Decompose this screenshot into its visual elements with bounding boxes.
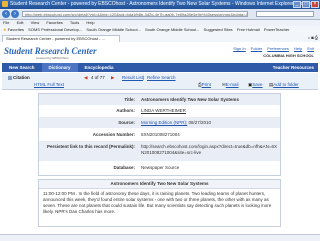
menu-help[interactable]: Help	[86, 20, 94, 25]
favorite-item[interactable]: Suggested Sites	[204, 27, 233, 32]
logo-subtitle: powered by EBSCOhost	[36, 56, 69, 60]
source-label: Source:	[118, 120, 135, 125]
favorite-item[interactable]: SOMS Professional Develop...	[28, 27, 82, 32]
nav-teacher-resources[interactable]: Teacher Resources	[273, 63, 314, 72]
title-label: Title:	[124, 97, 135, 102]
site-logo[interactable]: Student Research Center	[4, 46, 97, 56]
menu-file[interactable]: File	[3, 20, 9, 25]
html-full-text-link[interactable]: HTML Full Text	[34, 82, 64, 87]
feeds-icon[interactable]: ◙	[311, 35, 313, 40]
result-count: 4 of 77	[91, 75, 105, 80]
article-body: 11:00-12:00 PM . In the field of astrono…	[43, 191, 272, 214]
main-nav: New Search Dictionary Encyclopedia Teacher…	[2, 63, 318, 72]
authors-label: Authors:	[116, 108, 135, 113]
print-link[interactable]: Print	[202, 82, 211, 87]
nav-dictionary[interactable]: Dictionary	[41, 63, 78, 72]
citation-icon	[8, 75, 12, 80]
preferences-link[interactable]: Preferences	[267, 46, 289, 51]
add-to-folder-link[interactable]: Add to folder	[273, 82, 299, 87]
help-link[interactable]: Help	[294, 46, 302, 51]
window-controls: _ □ ×	[293, 1, 319, 8]
close-button[interactable]: ×	[311, 1, 319, 8]
command-bar: ⌂ ◙ ⎙	[308, 34, 318, 42]
favorite-item[interactable]: South Orange Middle School...	[86, 27, 140, 32]
minimize-button[interactable]: _	[293, 1, 301, 8]
record-toolbar: Citation HTML Full Text ◀ 4 of 77 ▶ Resu…	[2, 73, 318, 90]
nav-encyclopedia[interactable]: Encyclopedia	[78, 63, 121, 72]
database-value: Newspaper Source	[141, 165, 180, 170]
prev-arrow-icon[interactable]: ◀	[84, 75, 87, 81]
favorite-item[interactable]: South Orange Middle School...	[145, 27, 199, 32]
email-link[interactable]: E-mail	[226, 82, 239, 87]
window-title: Student Research Center - powered by EBS…	[10, 1, 315, 7]
folder-link[interactable]: Folder	[251, 46, 262, 51]
permalink-label: Persistent link to this record (Permalin…	[46, 144, 135, 149]
page-content: Student Research Center powered by EBSCO…	[0, 42, 320, 240]
top-links: Sign In Folder Preferences Help Exit	[229, 46, 314, 51]
menu-tools[interactable]: Tools	[70, 20, 79, 25]
back-icon[interactable]: ‹	[2, 10, 10, 18]
article-full-text: Astronomers Identify Two New Solar Syste…	[38, 179, 281, 227]
source-date: 08/27/2010	[188, 120, 212, 125]
url-field[interactable]: http://web.ebscohost.com/src/detail?vid=…	[22, 11, 248, 17]
record-title: Astronomers Identify Two New Solar Syste…	[141, 97, 239, 102]
favorites-label[interactable]: Favorites	[8, 27, 24, 32]
accession-label: Accession Number:	[92, 132, 135, 137]
author-link[interactable]: LINDA WERTHEIMER	[141, 108, 279, 113]
school-name: COLUMBIA HIGH SCHOOL	[263, 53, 314, 58]
menu-favorites[interactable]: Favorites	[46, 20, 62, 25]
refine-search-link[interactable]: Refine Search	[147, 75, 176, 80]
citation-tab[interactable]: Citation	[13, 75, 30, 80]
favorite-item[interactable]: PowerTeacher	[264, 27, 290, 32]
accession-number: 6XN201008271004	[141, 132, 180, 137]
result-list-link[interactable]: Result List	[122, 75, 143, 80]
next-arrow-icon[interactable]: ▶	[111, 75, 114, 81]
favorite-item[interactable]: Free Hotmail	[237, 27, 260, 32]
maximize-button[interactable]: □	[302, 1, 310, 8]
permalink-value[interactable]: http://search.ebscohost.com/login.aspx?d…	[141, 144, 279, 156]
browser-search-input[interactable]	[256, 11, 314, 17]
database-label: Database:	[113, 165, 135, 170]
home-icon[interactable]: ⌂	[308, 35, 310, 40]
print-icon[interactable]: ⎙	[315, 35, 318, 40]
article-heading: Astronomers Identify Two New Solar Syste…	[39, 180, 280, 189]
menu-view[interactable]: View	[31, 20, 40, 25]
exit-link[interactable]: Exit	[307, 46, 314, 51]
nav-new-search[interactable]: New Search	[2, 63, 42, 72]
address-bar: ‹ › http://web.ebscohost.com/src/detail?…	[0, 9, 320, 20]
source-link[interactable]: Morning Edition (NPR);	[141, 120, 187, 125]
star-icon[interactable]: ★	[3, 27, 7, 32]
forward-icon[interactable]: ›	[11, 10, 19, 18]
window-title-bar: Student Research Center - powered by EBS…	[0, 0, 320, 9]
menu-edit[interactable]: Edit	[17, 20, 24, 25]
ie-icon	[2, 0, 8, 7]
save-link[interactable]: Save	[252, 82, 262, 87]
browser-tab[interactable]: Student Research Center - powered by EBS…	[2, 35, 120, 42]
sign-in-link[interactable]: Sign In	[233, 46, 245, 51]
record-details: Title: Astronomers Identify Two New Sola…	[38, 93, 281, 176]
